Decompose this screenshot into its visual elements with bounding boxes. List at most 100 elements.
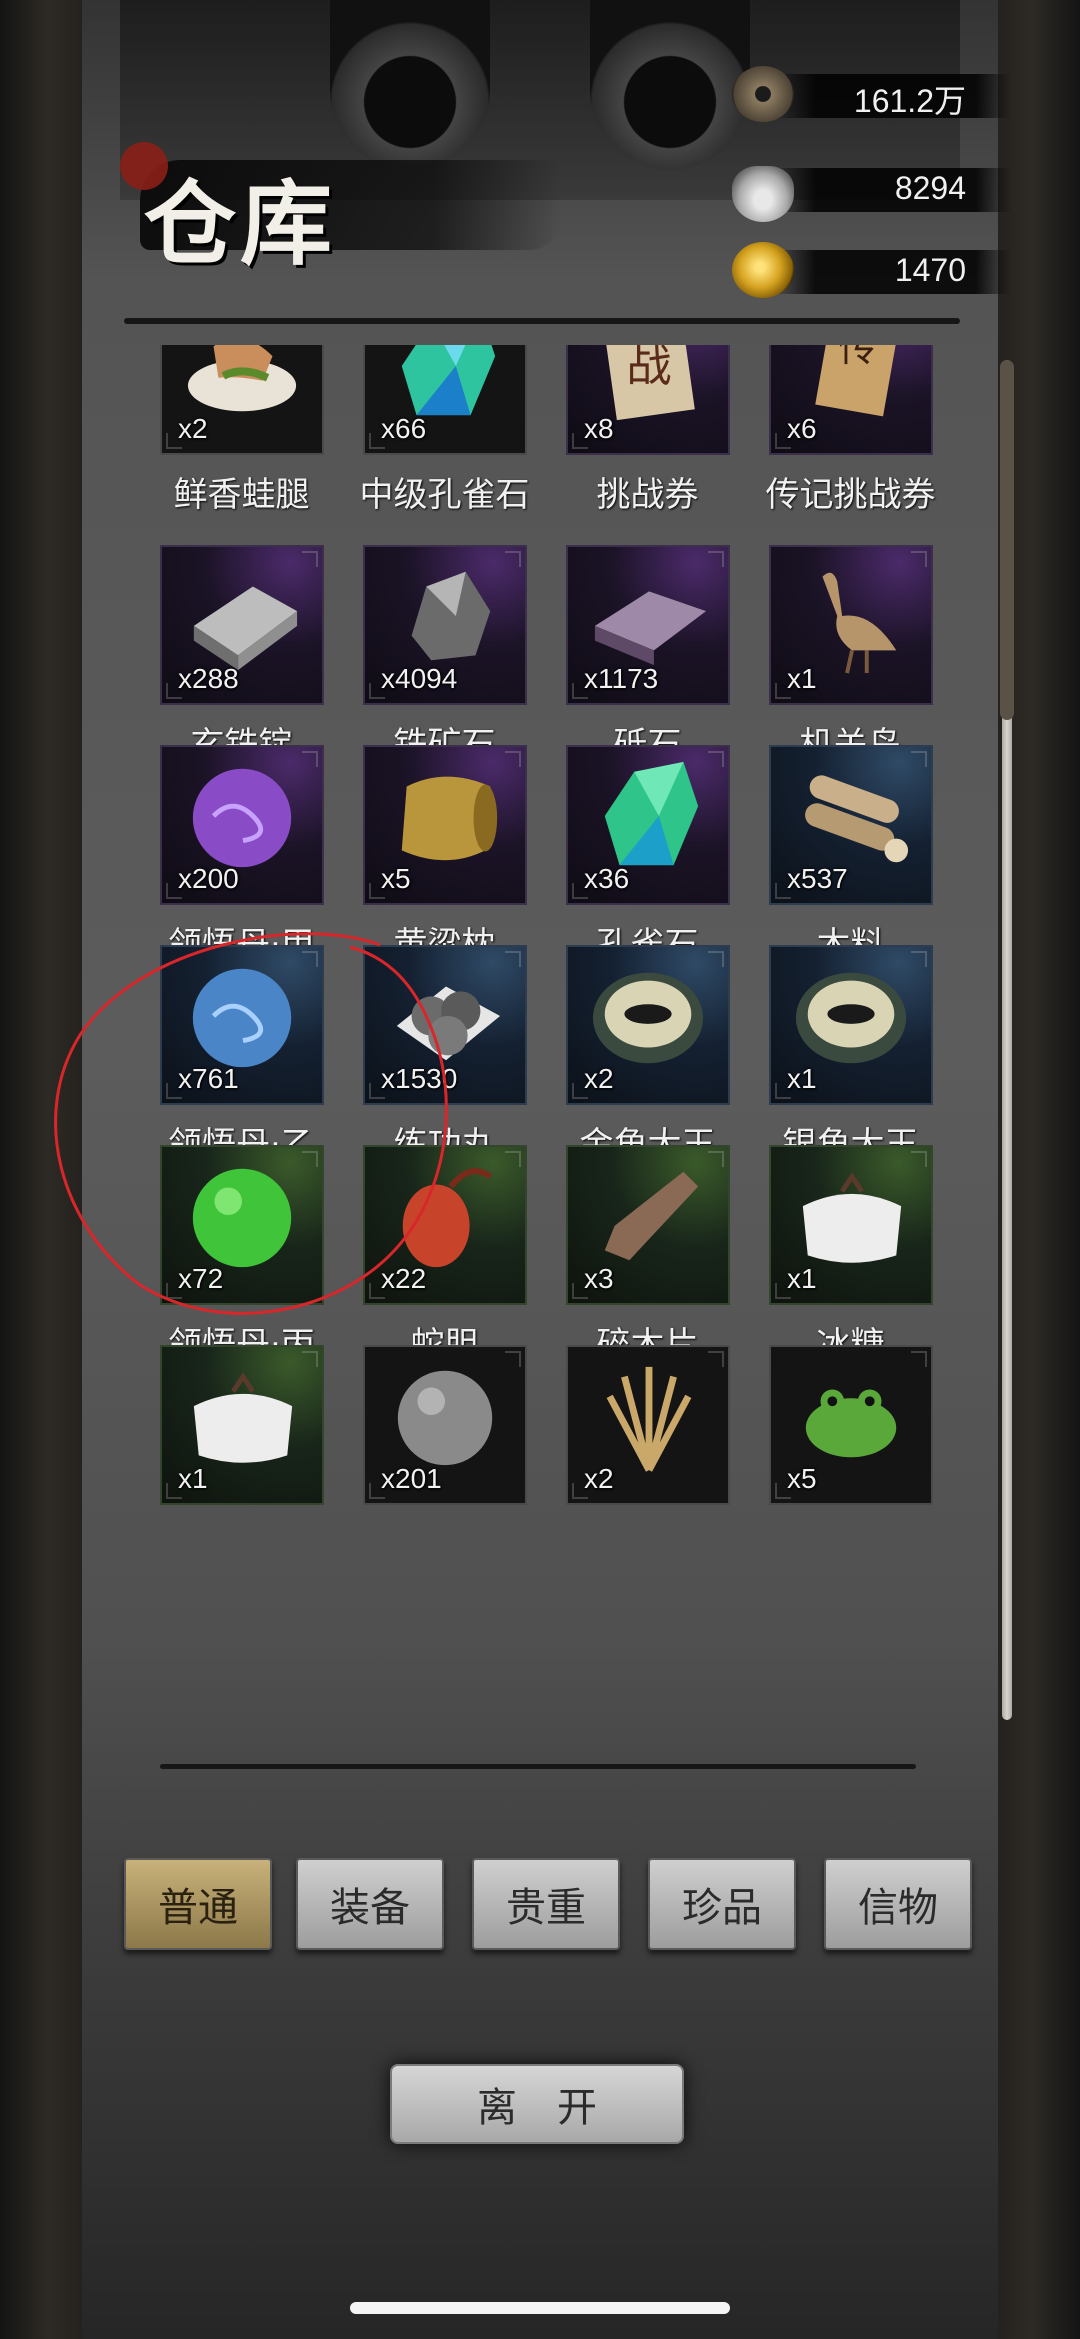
currency-silver: 8294 (732, 160, 1012, 222)
sugar-bag-icon (802, 1172, 902, 1263)
item-count: x4094 (381, 663, 458, 694)
item-slot[interactable]: x2 (160, 345, 324, 455)
item-name: 鲜香蛙腿 (173, 475, 310, 515)
item-slot[interactable]: x1530 (363, 945, 527, 1105)
item-count: x761 (178, 1063, 239, 1094)
item-slot[interactable]: 传 x6 (769, 345, 933, 455)
sugar-bag-icon (193, 1372, 293, 1463)
currency-gold: 1470 (732, 242, 1012, 298)
item-count: x3 (584, 1263, 614, 1294)
item-slot[interactable]: x1 (769, 945, 933, 1105)
item-cell[interactable]: x5 (749, 1345, 952, 1593)
currency-copper: 161.2万 (732, 66, 1012, 122)
item-slot[interactable]: x1 (769, 545, 933, 705)
item-slot[interactable]: x2 (566, 945, 730, 1105)
snake-gall-icon (402, 1168, 493, 1268)
item-cell[interactable]: x2 (546, 1345, 749, 1593)
training-pills-icon (396, 986, 501, 1061)
tab-treasure[interactable]: 珍品 (648, 1858, 796, 1950)
page-title: 仓库 (144, 170, 337, 278)
item-count: x288 (178, 663, 239, 694)
iron-ore-icon (411, 571, 491, 661)
tab-valuable[interactable]: 贵重 (472, 1858, 620, 1950)
item-count: x1 (178, 1463, 208, 1494)
tab-token[interactable]: 信物 (824, 1858, 972, 1950)
beetle-bowl-icon (795, 972, 907, 1064)
pillow-icon (401, 776, 498, 861)
gold-coin-icon (732, 242, 794, 298)
item-count: x200 (178, 863, 239, 894)
item-count: x6 (787, 413, 817, 444)
warehouse-title: 仓库 (120, 130, 560, 280)
wood-logs-icon (805, 775, 909, 863)
item-count: x537 (787, 863, 848, 894)
item-count: x1 (787, 1263, 817, 1294)
iron-ingot-icon (193, 586, 298, 671)
leave-button[interactable]: 离开 (390, 2064, 684, 2144)
item-slot[interactable]: x1173 (566, 545, 730, 705)
item-count: x5 (787, 1463, 817, 1494)
item-count: x1 (787, 663, 817, 694)
item-slot[interactable]: x200 (160, 745, 324, 905)
item-slot[interactable]: x36 (566, 745, 730, 905)
frog-icon (805, 1389, 897, 1458)
whetstone-icon (594, 591, 707, 666)
purple-pill-icon (192, 768, 292, 868)
item-slot[interactable]: x3 (566, 1145, 730, 1305)
gold-amount: 1470 (894, 252, 966, 288)
item-count: x8 (584, 413, 614, 444)
blue-pill-icon (192, 968, 292, 1068)
item-slot[interactable]: x288 (160, 545, 324, 705)
item-count: x66 (381, 413, 427, 444)
item-slot[interactable]: x66 (363, 345, 527, 455)
item-count: x2 (178, 413, 208, 444)
item-slot[interactable]: x761 (160, 945, 324, 1105)
item-grid[interactable]: x2鲜香蛙腿x66中级孔雀石战x8挑战券传x6传记挑战券x288玄铁锭x4094… (140, 345, 980, 1725)
item-count: x72 (178, 1263, 224, 1294)
item-count: x22 (381, 1263, 427, 1294)
category-tabs: 普通 装备 贵重 珍品 信物 (124, 1858, 974, 1950)
item-slot[interactable]: x2 (566, 1345, 730, 1505)
item-slot[interactable]: x201 (363, 1345, 527, 1505)
malachite-icon (604, 761, 699, 866)
item-slot[interactable]: x5 (769, 1345, 933, 1505)
mechanical-bird-icon (822, 572, 897, 674)
item-slot[interactable]: x4094 (363, 545, 527, 705)
item-slot[interactable]: x72 (160, 1145, 324, 1305)
item-name: 挑战券 (596, 475, 699, 515)
item-slot[interactable]: x1 (769, 1145, 933, 1305)
item-cell[interactable]: x1 (140, 1345, 343, 1593)
tab-equipment[interactable]: 装备 (296, 1858, 444, 1950)
item-count: x1173 (584, 663, 659, 694)
item-count: x201 (381, 1463, 442, 1494)
svg-text:传: 传 (838, 345, 877, 371)
tab-normal[interactable]: 普通 (124, 1858, 272, 1950)
wheat-bundle-icon (606, 1366, 692, 1472)
item-slot[interactable]: x5 (363, 745, 527, 905)
item-slot[interactable]: x22 (363, 1145, 527, 1305)
item-cell[interactable]: x201 (343, 1345, 546, 1593)
green-pill-icon (192, 1168, 292, 1268)
item-count: x1530 (381, 1063, 458, 1094)
silver-ingot-icon (732, 166, 794, 222)
wood-chip-icon (604, 1171, 699, 1261)
pipe-right (590, 0, 750, 170)
item-count: x36 (584, 863, 630, 894)
copper-amount: 161.2万 (853, 83, 966, 119)
bottom-divider (160, 1764, 916, 1769)
svg-text:战: 战 (626, 345, 671, 392)
home-indicator[interactable] (350, 2302, 730, 2314)
item-slot[interactable]: x1 (160, 1345, 324, 1505)
silver-amount: 8294 (894, 170, 966, 206)
item-slot[interactable]: 战 x8 (566, 345, 730, 455)
gray-ball-icon (397, 1370, 493, 1466)
item-name: 中级孔雀石 (359, 475, 530, 515)
scrollbar-thumb[interactable] (1000, 360, 1014, 720)
item-count: x2 (584, 1463, 614, 1494)
item-count: x1 (787, 1063, 817, 1094)
beetle-bowl-icon (592, 972, 704, 1064)
item-count: x5 (381, 863, 411, 894)
item-name: 传记挑战券 (765, 475, 936, 515)
item-slot[interactable]: x537 (769, 745, 933, 905)
item-count: x2 (584, 1063, 614, 1094)
